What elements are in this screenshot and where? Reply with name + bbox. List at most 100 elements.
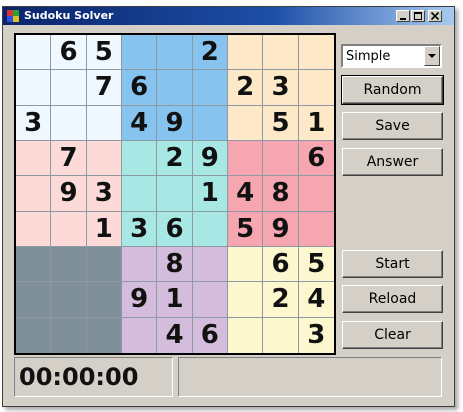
board-cell[interactable] [51, 317, 87, 353]
minimize-icon [400, 18, 406, 20]
board-cell[interactable]: 3 [298, 317, 334, 353]
board-cell[interactable] [157, 70, 193, 106]
board-cell[interactable]: 3 [263, 70, 299, 106]
board-cell[interactable] [16, 140, 52, 177]
board-cell[interactable] [16, 35, 52, 71]
board-cell[interactable] [121, 140, 158, 177]
board-cell[interactable] [16, 317, 52, 353]
board-cell[interactable]: 9 [121, 282, 158, 318]
board-cell[interactable] [263, 140, 299, 177]
board-cell[interactable] [121, 35, 158, 71]
board-cell[interactable] [86, 140, 122, 177]
board-cell[interactable]: 6 [298, 140, 334, 177]
board-cell[interactable]: 5 [298, 246, 334, 283]
board-cell[interactable]: 1 [86, 211, 122, 247]
board-cell[interactable] [121, 317, 158, 353]
board-cell[interactable]: 6 [192, 317, 228, 353]
board-cell[interactable] [51, 105, 87, 141]
board-cell[interactable] [16, 211, 52, 247]
board-cell[interactable] [157, 35, 193, 71]
board-cell[interactable]: 6 [121, 70, 158, 106]
board-cell[interactable] [51, 246, 87, 283]
board-cell[interactable]: 1 [298, 105, 334, 141]
board-cell[interactable] [16, 176, 52, 212]
board-cell[interactable]: 9 [157, 105, 193, 141]
clear-button[interactable]: Clear [342, 321, 443, 349]
board-cell[interactable]: 4 [227, 176, 264, 212]
board-cell[interactable] [16, 282, 52, 318]
board-cell[interactable]: 2 [227, 70, 264, 106]
close-button[interactable] [428, 10, 442, 22]
title-bar[interactable]: Sudoku Solver [3, 7, 454, 25]
app-icon [7, 10, 19, 22]
board-cell[interactable] [263, 35, 299, 71]
reload-button[interactable]: Reload [342, 285, 443, 313]
board-cell[interactable] [192, 246, 228, 283]
board-cell[interactable] [227, 105, 264, 141]
minimize-button[interactable] [396, 10, 410, 22]
board-cell[interactable] [298, 35, 334, 71]
board-cell[interactable]: 7 [51, 140, 87, 177]
board-cell[interactable] [121, 246, 158, 283]
board-cell[interactable]: 7 [86, 70, 122, 106]
board-cell[interactable]: 6 [263, 246, 299, 283]
board-cell[interactable] [16, 246, 52, 283]
board-cell[interactable]: 5 [227, 211, 264, 247]
board-cell[interactable]: 6 [51, 35, 87, 71]
board-cell[interactable] [86, 246, 122, 283]
answer-button[interactable]: Answer [342, 148, 443, 176]
board-cell[interactable]: 8 [263, 176, 299, 212]
board-cell[interactable] [86, 317, 122, 353]
board-cell[interactable]: 9 [263, 211, 299, 247]
board-cell[interactable]: 9 [51, 176, 87, 212]
board-cell[interactable] [298, 70, 334, 106]
board-cell[interactable]: 5 [263, 105, 299, 141]
board-cell[interactable] [227, 317, 264, 353]
board-cell[interactable]: 2 [263, 282, 299, 318]
board-cell[interactable]: 1 [192, 176, 228, 212]
board-cell[interactable]: 3 [16, 105, 52, 141]
board-cell[interactable]: 4 [157, 317, 193, 353]
app-window: Sudoku Solver 65276233495172969314813659… [2, 6, 455, 407]
maximize-button[interactable] [411, 10, 425, 22]
board-cell[interactable]: 4 [121, 105, 158, 141]
board-cell[interactable]: 3 [121, 211, 158, 247]
board-cell[interactable] [51, 70, 87, 106]
board-cell[interactable] [192, 211, 228, 247]
board-cell[interactable] [192, 70, 228, 106]
difficulty-select[interactable]: Simple [341, 44, 442, 68]
status-message [178, 357, 442, 397]
board-cell[interactable] [16, 70, 52, 106]
board-cell[interactable]: 2 [157, 140, 193, 177]
board-cell[interactable] [192, 105, 228, 141]
board-cell[interactable]: 4 [298, 282, 334, 318]
board-cell[interactable]: 3 [86, 176, 122, 212]
board-cell[interactable] [227, 282, 264, 318]
board-cell[interactable] [298, 211, 334, 247]
random-button[interactable]: Random [341, 75, 444, 105]
board-cell[interactable] [121, 176, 158, 212]
board-cell[interactable] [192, 282, 228, 318]
difficulty-value: Simple [346, 49, 391, 64]
board-cell[interactable] [157, 176, 193, 212]
board-cell[interactable] [227, 140, 264, 177]
board-cell[interactable]: 1 [157, 282, 193, 318]
start-button[interactable]: Start [342, 250, 443, 278]
board-cell[interactable] [86, 105, 122, 141]
board-cell[interactable]: 5 [86, 35, 122, 71]
board-cell[interactable] [263, 317, 299, 353]
board-cell[interactable] [227, 246, 264, 283]
board-cell[interactable]: 8 [157, 246, 193, 283]
board-cell[interactable] [298, 176, 334, 212]
board-cell[interactable] [51, 282, 87, 318]
save-button[interactable]: Save [342, 112, 443, 140]
board-cell[interactable] [86, 282, 122, 318]
timer-display: 00:00:00 [14, 357, 173, 397]
window-title: Sudoku Solver [24, 9, 114, 22]
board-cell[interactable]: 6 [157, 211, 193, 247]
board-cell[interactable] [227, 35, 264, 71]
board-cell[interactable]: 9 [192, 140, 228, 177]
board-cell[interactable] [51, 211, 87, 247]
board-cell[interactable]: 2 [192, 35, 228, 71]
dropdown-arrow-button[interactable] [424, 46, 440, 66]
